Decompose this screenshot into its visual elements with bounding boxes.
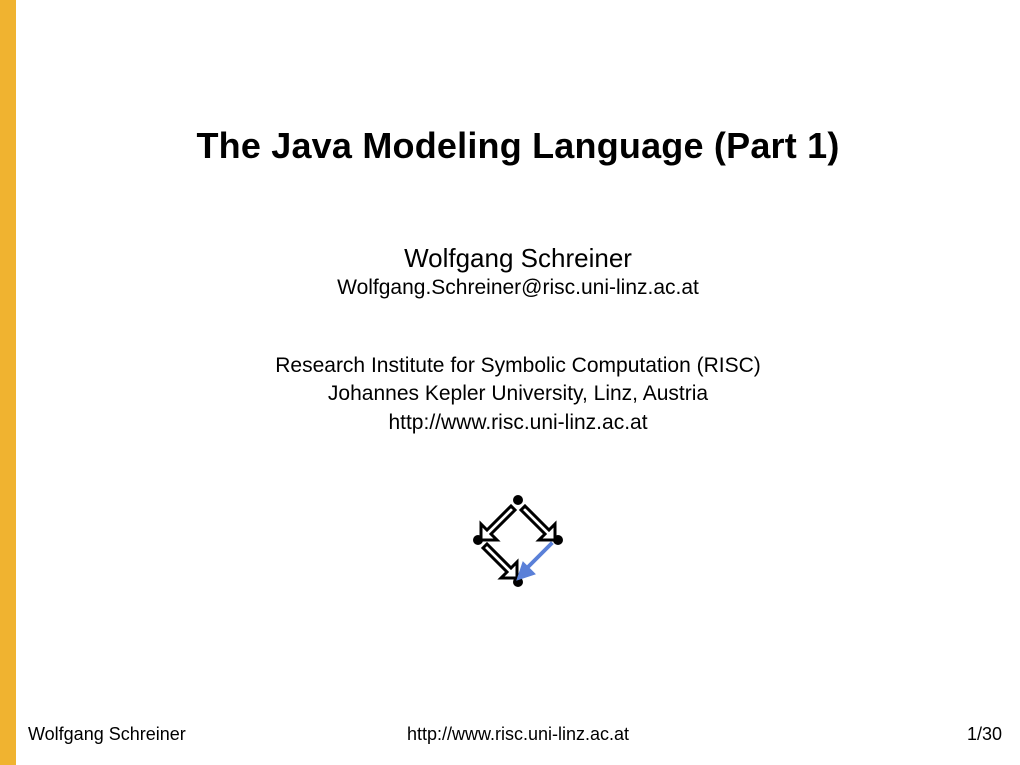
author-block: Wolfgang Schreiner Wolfgang.Schreiner@ri… <box>16 243 1020 300</box>
slide-title: The Java Modeling Language (Part 1) <box>16 125 1020 167</box>
affiliation-url: http://www.risc.uni-linz.ac.at <box>16 409 1020 437</box>
affiliation-institute: Research Institute for Symbolic Computat… <box>16 352 1020 380</box>
footer-url: http://www.risc.uni-linz.ac.at <box>16 724 1020 745</box>
risc-logo <box>16 490 1020 610</box>
slide-content: The Java Modeling Language (Part 1) Wolf… <box>16 0 1020 765</box>
risc-logo-svg <box>453 490 583 610</box>
footer-page-number: 1/30 <box>967 724 1002 745</box>
affiliation-block: Research Institute for Symbolic Computat… <box>16 352 1020 437</box>
author-name: Wolfgang Schreiner <box>16 243 1020 274</box>
affiliation-university: Johannes Kepler University, Linz, Austri… <box>16 380 1020 408</box>
accent-bar <box>0 0 16 765</box>
author-email: Wolfgang.Schreiner@risc.uni-linz.ac.at <box>16 276 1020 300</box>
